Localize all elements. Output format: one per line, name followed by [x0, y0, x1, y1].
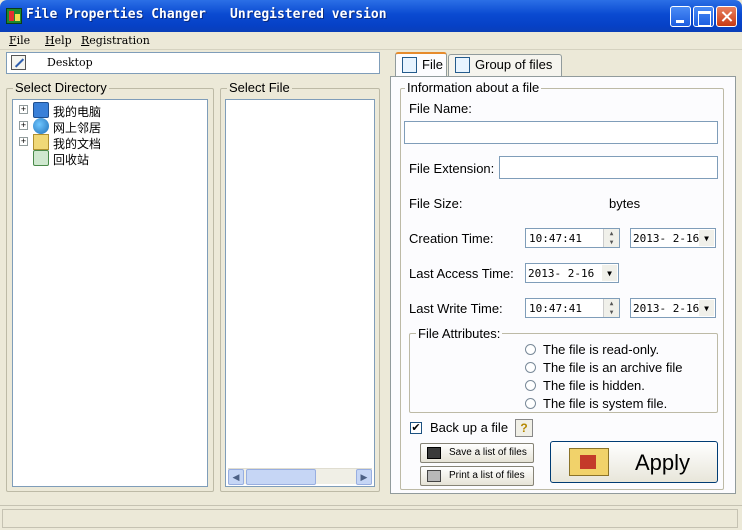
tab-file[interactable]: File: [395, 52, 447, 76]
file-attributes-group: File Attributes: The file is read-only. …: [409, 326, 718, 413]
expand-icon[interactable]: +: [19, 105, 28, 114]
scroll-right-button[interactable]: ▶: [356, 469, 372, 485]
tree-item-recycle-bin[interactable]: 回收站: [13, 150, 203, 167]
apply-button[interactable]: Apply: [550, 441, 718, 483]
registration-status: Unregistered version: [230, 7, 387, 22]
creation-date-value: 2013- 2-16: [633, 232, 700, 245]
spin-down-icon[interactable]: ▼: [604, 308, 619, 317]
save-icon: [427, 447, 441, 459]
tab-group-label: Group of files: [475, 57, 553, 72]
title-bar[interactable]: File Properties Changer Unregistered vers…: [0, 0, 742, 32]
recycle-bin-icon: [33, 150, 49, 166]
file-list-scrollbar[interactable]: ◀ ▶: [228, 468, 372, 485]
tab-file-label: File: [422, 57, 443, 72]
file-extension-label: File Extension:: [409, 161, 495, 176]
last-access-date-picker[interactable]: 2013- 2-16 ▼: [525, 263, 619, 283]
maximize-button[interactable]: [693, 6, 714, 27]
directory-group-label: Select Directory: [13, 80, 109, 95]
scroll-left-button[interactable]: ◀: [228, 469, 244, 485]
network-icon: [33, 118, 49, 134]
expand-icon[interactable]: +: [19, 121, 28, 130]
menu-bar: File Help Registration: [0, 32, 742, 50]
last-write-date-value: 2013- 2-16: [633, 302, 700, 315]
tree-item-my-documents[interactable]: + 我的文档: [13, 134, 203, 151]
file-icon: [402, 57, 417, 73]
edit-path-icon[interactable]: [11, 55, 26, 70]
file-list[interactable]: ◀ ▶: [225, 99, 375, 487]
last-write-time-picker[interactable]: 10:47:41 ▲ ▼: [525, 298, 620, 318]
file-name-input[interactable]: [404, 121, 718, 144]
menu-registration[interactable]: Registration: [81, 34, 150, 47]
scroll-thumb[interactable]: [246, 469, 316, 485]
creation-date-picker[interactable]: 2013- 2-16 ▼: [630, 228, 716, 248]
radio-hidden[interactable]: [525, 380, 536, 391]
radio-archive[interactable]: [525, 362, 536, 373]
file-attributes-label: File Attributes:: [416, 326, 503, 341]
tab-group-of-files[interactable]: Group of files: [448, 54, 562, 76]
last-write-label: Last Write Time:: [409, 301, 503, 316]
attribute-label: The file is an archive file: [543, 360, 683, 375]
attribute-label: The file is hidden.: [543, 378, 645, 393]
directory-group: Select Directory + 我的电脑 + 网上邻居 + 我的文档 回收…: [6, 80, 214, 492]
print-list-button[interactable]: Print a list of files: [420, 466, 534, 486]
menu-help[interactable]: Help: [45, 34, 72, 47]
file-info-label: Information about a file: [405, 80, 542, 95]
tree-item-label: 回收站: [53, 153, 90, 167]
chevron-down-icon[interactable]: ▼: [699, 230, 714, 246]
path-field[interactable]: Desktop: [6, 52, 380, 74]
backup-checkbox[interactable]: ✔: [410, 422, 422, 434]
chevron-down-icon[interactable]: ▼: [699, 300, 714, 316]
spin-up-icon[interactable]: ▲: [604, 229, 619, 238]
menu-file[interactable]: File: [9, 34, 30, 47]
attribute-label: The file is system file.: [543, 396, 668, 411]
documents-icon: [33, 134, 49, 150]
spin-up-icon[interactable]: ▲: [604, 299, 619, 308]
last-write-time-value: 10:47:41: [529, 302, 582, 315]
toolbox-icon: [569, 448, 609, 476]
last-access-label: Last Access Time:: [409, 266, 514, 281]
app-title: File Properties Changer: [26, 7, 207, 22]
status-pane: [2, 509, 738, 528]
spin-down-icon[interactable]: ▼: [604, 238, 619, 247]
apply-label: Apply: [635, 450, 691, 475]
file-group-label: Select File: [227, 80, 292, 95]
computer-icon: [33, 102, 49, 118]
backup-label: Back up a file: [430, 420, 509, 435]
last-write-date-picker[interactable]: 2013- 2-16 ▼: [630, 298, 716, 318]
attribute-label: The file is read-only.: [543, 342, 660, 357]
radio-read-only[interactable]: [525, 344, 536, 355]
creation-time-picker[interactable]: 10:47:41 ▲ ▼: [525, 228, 620, 248]
print-list-label: Print a list of files: [449, 470, 525, 481]
creation-time-label: Creation Time:: [409, 231, 494, 246]
creation-time-spinner[interactable]: ▲ ▼: [603, 229, 619, 247]
file-size-label: File Size:: [409, 196, 463, 211]
save-list-label: Save a list of files: [449, 447, 527, 458]
path-value: Desktop: [47, 56, 93, 69]
chevron-down-icon[interactable]: ▼: [602, 265, 617, 281]
window-title: File Properties Changer Unregistered vers…: [26, 7, 411, 22]
last-access-date-value: 2013- 2-16: [528, 267, 595, 280]
file-name-label: File Name:: [409, 101, 472, 116]
directory-tree[interactable]: + 我的电脑 + 网上邻居 + 我的文档 回收站: [12, 99, 208, 487]
file-group: Select File ◀ ▶: [220, 80, 380, 492]
help-icon[interactable]: ?: [515, 419, 533, 437]
status-bar: [0, 505, 742, 530]
file-size-unit: bytes: [609, 196, 641, 211]
minimize-button[interactable]: [670, 6, 691, 27]
last-write-time-spinner[interactable]: ▲ ▼: [603, 299, 619, 317]
tree-item-network[interactable]: + 网上邻居: [13, 118, 203, 135]
radio-system[interactable]: [525, 398, 536, 409]
printer-icon: [427, 470, 441, 482]
app-icon[interactable]: [6, 8, 22, 24]
file-extension-input[interactable]: [499, 156, 718, 179]
expand-icon[interactable]: +: [19, 137, 28, 146]
close-button[interactable]: [716, 6, 737, 27]
group-files-icon: [455, 57, 470, 73]
tree-item-my-computer[interactable]: + 我的电脑: [13, 102, 203, 119]
save-list-button[interactable]: Save a list of files: [420, 443, 534, 463]
creation-time-value: 10:47:41: [529, 232, 582, 245]
